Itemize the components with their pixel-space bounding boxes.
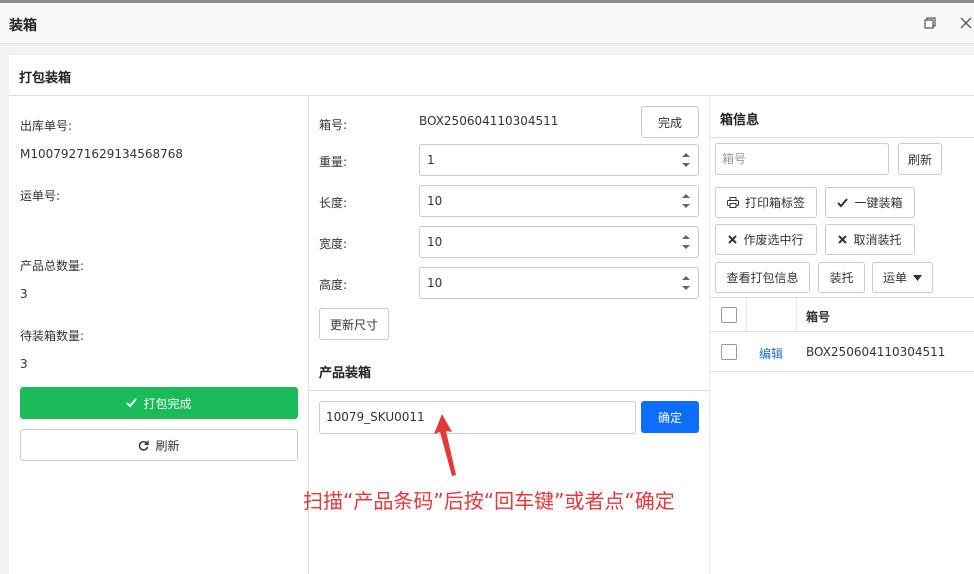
cancel-pallet-button[interactable]: 取消装托 [825,224,915,255]
pallet-button[interactable]: 装托 [818,262,865,293]
box-no-value: BOX250604110304511 [419,114,559,128]
pack-complete-label: 打包完成 [143,396,192,411]
height-input[interactable]: 10 [419,267,699,299]
width-input-value: 10 [427,235,443,249]
print-box-label-button[interactable]: 打印箱标签 [715,187,817,218]
table-col-divider [796,297,797,331]
product-pack-title: 产品装箱 [319,366,372,381]
divider [710,371,974,372]
divider [309,390,709,391]
order-summary-column: 出库单号: M10079271629134568768 运单号: 产品总数量: … [9,96,309,574]
number-spinner-icon[interactable] [681,232,691,252]
box-info-column: 箱信息 刷新 打印箱标签 一键装箱 作废选中行 取消装托 查看打包信息 装托 运… [710,96,974,574]
height-input-value: 10 [427,276,443,290]
number-spinner-icon[interactable] [681,150,691,170]
panel-header: 打包装箱 [9,55,974,96]
refresh-boxes-button[interactable]: 刷新 [898,143,942,175]
printer-icon [726,197,739,208]
void-selected-label: 作废选中行 [743,233,804,247]
table-header-box-no: 箱号 [806,310,831,324]
waybill-dropdown-button[interactable]: 运单 [872,262,933,293]
length-input[interactable]: 10 [419,185,699,217]
cancel-pallet-label: 取消装托 [853,233,902,247]
x-icon [728,235,738,244]
width-input[interactable]: 10 [419,226,699,258]
check-icon [837,197,849,207]
length-input-value: 10 [427,194,443,208]
edit-row-link[interactable]: 编辑 [759,345,783,362]
box-no-search-input[interactable] [715,143,889,175]
panel-title: 打包装箱 [19,71,72,86]
check-icon [126,398,138,408]
refresh-order-label: 刷新 [155,438,180,453]
refresh-boxes-label: 刷新 [907,152,932,167]
divider [710,331,974,332]
length-label: 长度: [319,196,348,210]
x-icon [838,235,848,244]
divider [710,297,974,298]
annotation-arrow-icon [434,414,456,476]
refresh-icon [139,440,150,451]
height-label: 高度: [319,278,348,292]
window-padding [0,44,974,55]
width-label: 宽度: [319,237,348,251]
annotation-text: 扫描“产品条码”后按“回车键”或者点“确定 [303,489,675,513]
weight-label: 重量: [319,155,348,169]
row-checkbox[interactable] [721,344,737,360]
number-spinner-icon[interactable] [681,273,691,293]
restore-icon[interactable] [919,12,941,34]
outbound-no-label: 出库单号: [20,119,73,133]
view-pack-info-label: 查看打包信息 [726,271,799,285]
window-title: 装箱 [9,18,37,34]
window-titlebar: 装箱 [0,3,974,44]
table-col-divider [746,297,747,331]
outbound-no-value: M10079271629134568768 [20,147,184,161]
close-icon[interactable] [955,12,974,34]
refresh-order-button[interactable]: 刷新 [20,429,298,461]
update-size-label: 更新尺寸 [329,317,378,332]
one-click-pack-label: 一键装箱 [854,196,903,210]
row-box-no: BOX250604110304511 [806,345,946,359]
finish-box-label: 完成 [657,115,682,130]
barcode-input[interactable]: 10079_SKU0011 [319,401,636,434]
pallet-label: 装托 [829,271,854,285]
total-qty-value: 3 [20,287,28,301]
number-spinner-icon[interactable] [681,191,691,211]
print-box-label-text: 打印箱标签 [744,196,805,210]
finish-box-button[interactable]: 完成 [641,106,699,138]
confirm-barcode-label: 确定 [657,410,682,425]
weight-input-value: 1 [427,153,435,167]
box-no-label: 箱号: [319,118,348,132]
one-click-pack-button[interactable]: 一键装箱 [825,187,915,218]
waybill-no-label: 运单号: [20,189,61,203]
divider [710,137,974,138]
pending-qty-label: 待装箱数量: [20,329,85,343]
total-qty-label: 产品总数量: [20,259,85,273]
void-selected-button[interactable]: 作废选中行 [715,224,817,255]
caret-down-icon [913,274,922,281]
window-padding-left [0,55,9,574]
weight-input[interactable]: 1 [419,144,699,176]
pack-complete-button[interactable]: 打包完成 [20,387,298,419]
select-all-checkbox[interactable] [721,307,737,323]
confirm-barcode-button[interactable]: 确定 [641,401,699,433]
update-size-button[interactable]: 更新尺寸 [319,308,389,340]
view-pack-info-button[interactable]: 查看打包信息 [715,262,810,293]
box-info-title: 箱信息 [720,113,760,128]
pending-qty-value: 3 [20,357,28,371]
barcode-input-value: 10079_SKU0011 [326,410,425,424]
waybill-dropdown-label: 运单 [882,271,907,285]
